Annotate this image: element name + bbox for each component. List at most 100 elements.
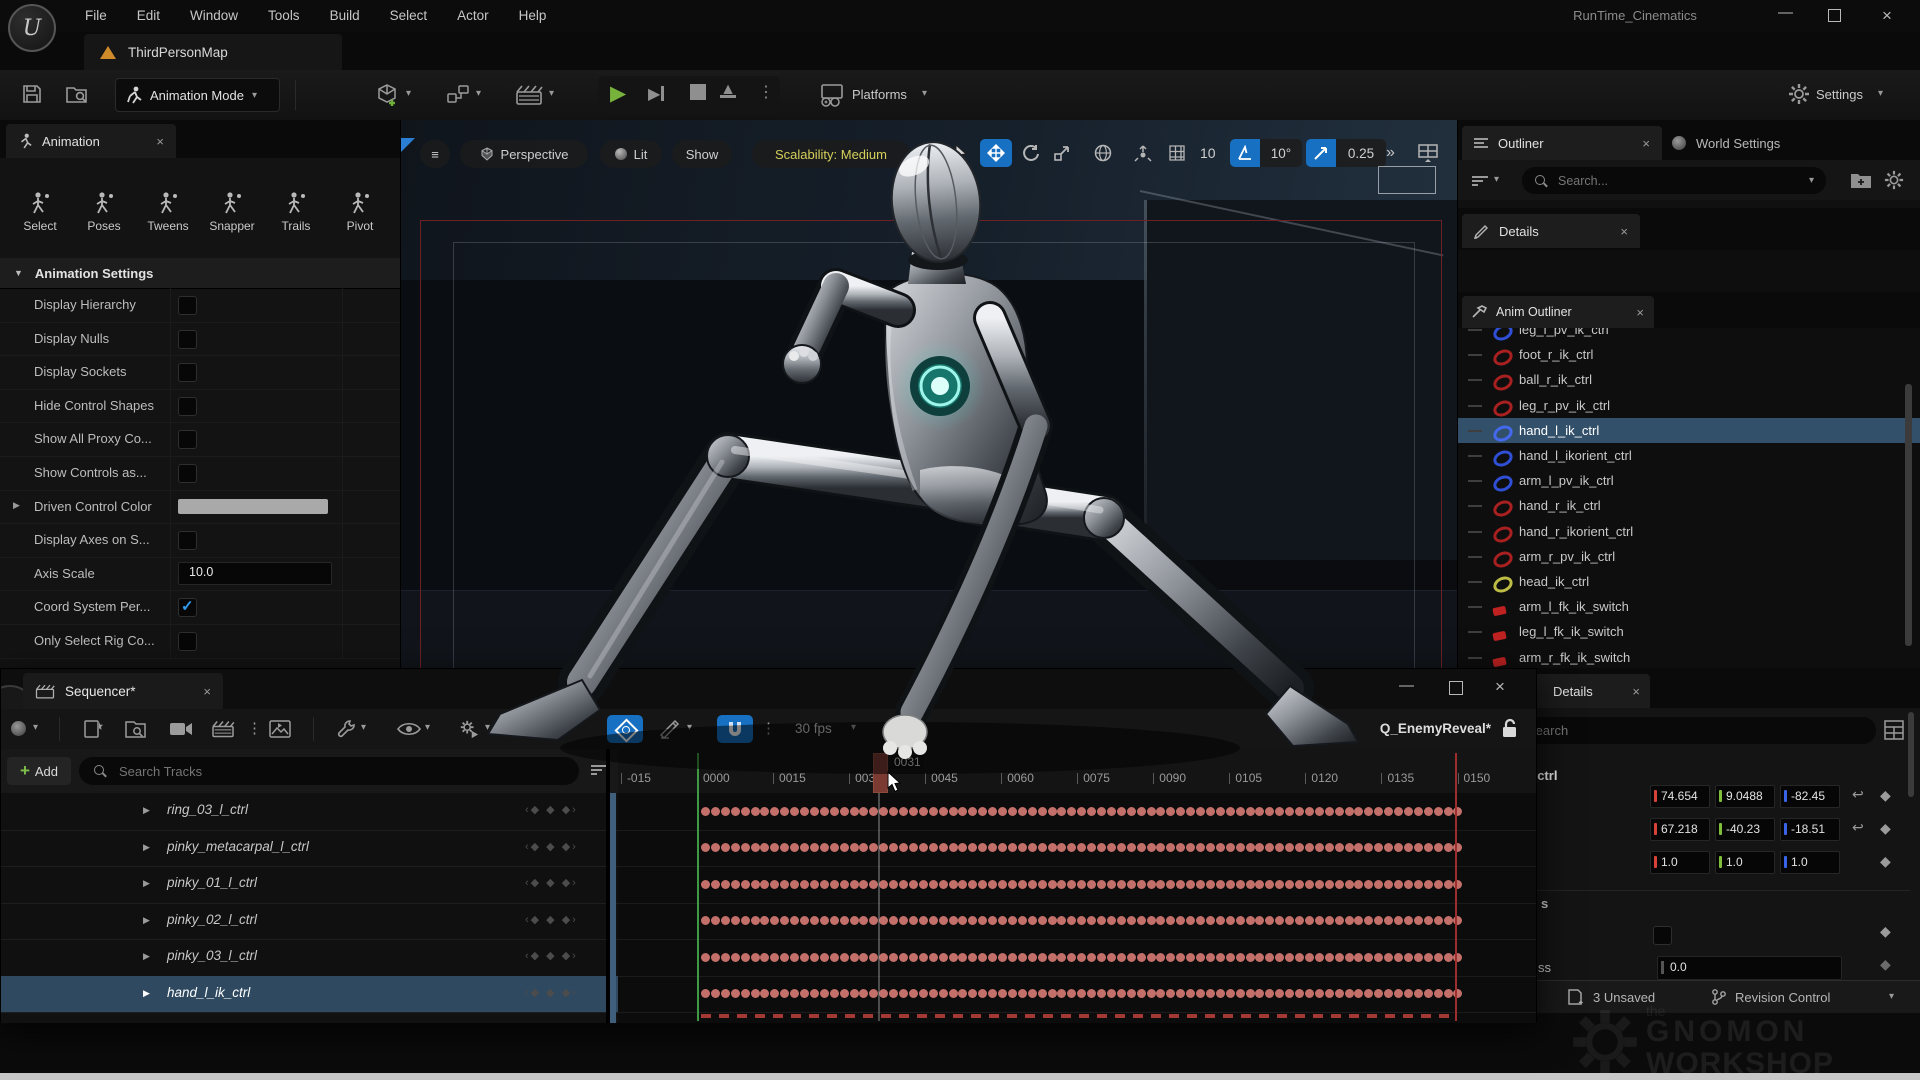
keyframe-dot[interactable] bbox=[711, 843, 720, 852]
restore-button[interactable] bbox=[1828, 9, 1841, 22]
keyframe-dot[interactable] bbox=[711, 989, 720, 998]
keyframe-dot[interactable] bbox=[1335, 916, 1344, 925]
keyframe-dot[interactable] bbox=[1246, 989, 1255, 998]
filter-caret-icon[interactable]: ▾ bbox=[1494, 174, 1499, 185]
keyframe-dot[interactable] bbox=[1374, 916, 1383, 925]
keyframe-dot[interactable] bbox=[1404, 880, 1413, 889]
scale-snap-button[interactable] bbox=[1306, 139, 1336, 167]
keyframe-dot[interactable] bbox=[1137, 880, 1146, 889]
keyframe-dot[interactable] bbox=[1275, 843, 1284, 852]
keyframe-dot[interactable] bbox=[1285, 916, 1294, 925]
close-icon[interactable]: × bbox=[1620, 224, 1628, 239]
keyframe-dot[interactable] bbox=[1018, 880, 1027, 889]
keyframe-dot[interactable] bbox=[929, 989, 938, 998]
keyframe-dot[interactable] bbox=[1295, 843, 1304, 852]
keyframe-dot[interactable] bbox=[850, 953, 859, 962]
world-caret-icon[interactable]: ▾ bbox=[33, 722, 38, 733]
keyframe-dot[interactable] bbox=[1335, 989, 1344, 998]
keyframe-dot[interactable] bbox=[1285, 843, 1294, 852]
keyframe-dot[interactable] bbox=[820, 843, 829, 852]
keyframe-dot[interactable] bbox=[790, 916, 799, 925]
keyframe-dot[interactable] bbox=[1285, 989, 1294, 998]
keyframe-dot[interactable] bbox=[1008, 916, 1017, 925]
keyframe-dot[interactable] bbox=[968, 843, 977, 852]
anim-ctrl-arm_r_fk_ik_switch[interactable]: arm_r_fk_ik_switch bbox=[1458, 645, 1920, 668]
unreal-logo-icon[interactable]: U bbox=[8, 4, 56, 52]
keyframe-dot[interactable] bbox=[889, 843, 898, 852]
keyframe-dot[interactable] bbox=[1325, 843, 1334, 852]
keyframe-dot[interactable] bbox=[1057, 880, 1066, 889]
keyframe-dot[interactable] bbox=[1236, 880, 1245, 889]
content-browser-icon[interactable] bbox=[66, 84, 88, 104]
keyframe-dot[interactable] bbox=[1137, 916, 1146, 925]
keyframe-dot[interactable] bbox=[721, 916, 730, 925]
keyframe-dot[interactable] bbox=[711, 953, 720, 962]
keyframe-dot[interactable] bbox=[1008, 989, 1017, 998]
keyframe-dot[interactable] bbox=[919, 807, 928, 816]
keyframe-dot[interactable] bbox=[1305, 843, 1314, 852]
tab-details[interactable]: Details × bbox=[1525, 674, 1650, 708]
keyframe-dot[interactable] bbox=[1226, 807, 1235, 816]
keyframe-dot[interactable] bbox=[1127, 953, 1136, 962]
close-icon[interactable]: × bbox=[203, 684, 211, 699]
keyframe-dot[interactable] bbox=[810, 916, 819, 925]
viewport[interactable]: ≡ Perspective Lit Show Scalability: Medi… bbox=[400, 120, 1457, 668]
keyframe-dot[interactable] bbox=[968, 807, 977, 816]
keyframe-dot[interactable] bbox=[958, 807, 967, 816]
keyframe-dot[interactable] bbox=[1107, 843, 1116, 852]
setting-checkbox[interactable] bbox=[178, 296, 197, 315]
keyframe-dot[interactable] bbox=[1028, 880, 1037, 889]
keyframe-dot[interactable] bbox=[1374, 880, 1383, 889]
transform-z-field[interactable]: -18.51 bbox=[1780, 818, 1840, 841]
keyframe-dot[interactable] bbox=[1147, 843, 1156, 852]
keyframe-dot[interactable] bbox=[751, 989, 760, 998]
keyframe-dot[interactable] bbox=[850, 843, 859, 852]
eye-icon[interactable] bbox=[397, 721, 421, 737]
keyframe-dot[interactable] bbox=[1364, 807, 1373, 816]
keyframe-dot[interactable] bbox=[1275, 989, 1284, 998]
keyframe-dot[interactable] bbox=[978, 916, 987, 925]
keyframe-dot[interactable] bbox=[1384, 953, 1393, 962]
keyframe-dot[interactable] bbox=[1285, 807, 1294, 816]
transform-z-field[interactable]: 1.0 bbox=[1780, 851, 1840, 874]
keyframe-dot[interactable] bbox=[1345, 916, 1354, 925]
keyframe-dot[interactable] bbox=[1384, 916, 1393, 925]
keyframe-dot[interactable] bbox=[800, 953, 809, 962]
anim-ctrl-head_ik_ctrl[interactable]: head_ik_ctrl bbox=[1458, 569, 1920, 594]
keyframe-dot[interactable] bbox=[741, 843, 750, 852]
keyframe-dot[interactable] bbox=[929, 843, 938, 852]
keyframe-dot[interactable] bbox=[1424, 953, 1433, 962]
keyframe-dot[interactable] bbox=[998, 807, 1007, 816]
keyframe-dot[interactable] bbox=[760, 807, 769, 816]
keyframe-dot[interactable] bbox=[1246, 880, 1255, 889]
keyframe-dot[interactable] bbox=[1404, 916, 1413, 925]
platforms-icon[interactable] bbox=[818, 83, 844, 107]
tool-select[interactable]: Select bbox=[12, 191, 68, 233]
anim-outliner-scrollbar[interactable] bbox=[1905, 384, 1912, 646]
keyframe-dot[interactable] bbox=[919, 989, 928, 998]
keyframe-dot[interactable] bbox=[770, 916, 779, 925]
keyframe-dot[interactable] bbox=[998, 916, 1007, 925]
keyframe-dot[interactable] bbox=[1265, 843, 1274, 852]
keyframe-dot[interactable] bbox=[1226, 880, 1235, 889]
timeline-ruler[interactable]: -015000000150030004500600075009001050120… bbox=[618, 749, 1536, 794]
keyframe-dot[interactable] bbox=[770, 989, 779, 998]
close-button[interactable]: × bbox=[1882, 6, 1892, 26]
select-tool-icon[interactable] bbox=[953, 144, 969, 162]
keyframe-dot[interactable] bbox=[1077, 953, 1086, 962]
keyframe-dot[interactable] bbox=[1335, 807, 1344, 816]
keyframe-dot[interactable] bbox=[1374, 953, 1383, 962]
keyframe-dot[interactable] bbox=[859, 843, 868, 852]
keyframe-dot[interactable] bbox=[1354, 953, 1363, 962]
keyframe-dot[interactable] bbox=[751, 807, 760, 816]
keyframe-dot[interactable] bbox=[721, 953, 730, 962]
keyframe-dot[interactable] bbox=[721, 880, 730, 889]
anim-ctrl-hand_l_ikorient_ctrl[interactable]: hand_l_ikorient_ctrl bbox=[1458, 443, 1920, 468]
keyframe-dot[interactable] bbox=[859, 989, 868, 998]
keyframe-dot[interactable] bbox=[741, 989, 750, 998]
tool-snapper[interactable]: Snapper bbox=[204, 191, 260, 233]
keyframe-dot[interactable] bbox=[949, 989, 958, 998]
keyframe-dot[interactable] bbox=[1444, 880, 1453, 889]
keyframe-dot[interactable] bbox=[919, 843, 928, 852]
keyframe-dot[interactable] bbox=[1147, 807, 1156, 816]
